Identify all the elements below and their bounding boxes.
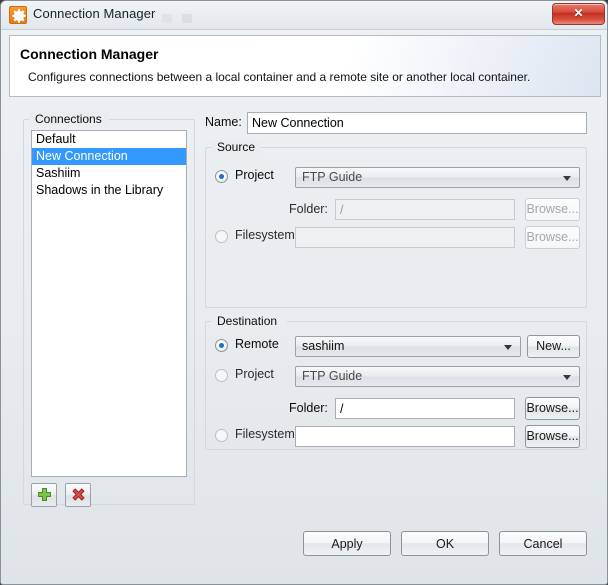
destination-folder-input[interactable] xyxy=(335,398,515,419)
chevron-down-icon xyxy=(563,176,571,181)
source-filesystem-label: Filesystem xyxy=(235,228,295,242)
list-item[interactable]: New Connection xyxy=(32,148,186,165)
destination-project-combo[interactable]: FTP Guide xyxy=(295,366,580,387)
list-item[interactable]: Sashiim xyxy=(32,165,186,182)
source-folder-input[interactable] xyxy=(335,199,515,220)
source-group-label: Source xyxy=(217,140,256,154)
source-folder-browse-button[interactable]: Browse... xyxy=(525,198,580,221)
chevron-down-icon xyxy=(504,345,512,350)
connections-list[interactable]: Default New Connection Sashiim Shadows i… xyxy=(31,130,187,477)
source-folder-label: Folder: xyxy=(289,202,328,216)
source-project-combo[interactable]: FTP Guide xyxy=(295,167,580,188)
add-icon xyxy=(38,488,51,501)
source-project-label: Project xyxy=(235,168,274,182)
source-filesystem-radio[interactable] xyxy=(215,230,228,243)
source-filesystem-input[interactable] xyxy=(295,227,515,248)
list-item[interactable]: Shadows in the Library xyxy=(32,182,186,199)
name-input[interactable] xyxy=(247,112,587,134)
close-icon[interactable] xyxy=(552,3,605,25)
page-title: Connection Manager xyxy=(20,46,159,62)
destination-remote-radio[interactable] xyxy=(215,339,228,352)
name-row: Name: xyxy=(205,112,587,134)
destination-remote-combo[interactable]: sashiim xyxy=(295,336,521,357)
destination-filesystem-label: Filesystem xyxy=(235,427,295,441)
destination-project-label: Project xyxy=(235,367,274,381)
destination-remote-label: Remote xyxy=(235,337,279,351)
title-bar: Connection Manager xyxy=(1,1,607,30)
add-connection-button[interactable] xyxy=(31,483,57,507)
page-subtitle: Configures connections between a local c… xyxy=(28,70,531,84)
titlebar-artifact xyxy=(182,14,192,23)
titlebar-artifact xyxy=(162,14,172,23)
delete-connection-button[interactable] xyxy=(65,483,91,507)
dialog-footer: Apply OK Cancel xyxy=(1,531,607,571)
destination-folder-label: Folder: xyxy=(289,401,328,415)
connection-details-pane: Name: Source Project FTP Guide Folder: B… xyxy=(205,106,587,506)
name-label: Name: xyxy=(205,115,242,129)
source-project-combo-value: FTP Guide xyxy=(302,170,363,184)
source-filesystem-browse-button[interactable]: Browse... xyxy=(525,226,580,249)
delete-icon xyxy=(72,488,85,501)
destination-filesystem-radio[interactable] xyxy=(215,429,228,442)
destination-filesystem-input[interactable] xyxy=(295,426,515,447)
chevron-down-icon xyxy=(563,375,571,380)
gear-icon xyxy=(9,6,27,24)
source-project-radio[interactable] xyxy=(215,170,228,183)
list-item[interactable]: Default xyxy=(32,131,186,148)
cancel-button[interactable]: Cancel xyxy=(499,531,587,556)
destination-filesystem-browse-button[interactable]: Browse... xyxy=(525,425,580,448)
destination-group-label: Destination xyxy=(217,314,278,328)
connections-group: Connections Default New Connection Sashi… xyxy=(23,112,195,507)
header-banner: Connection Manager Configures connection… xyxy=(9,35,601,97)
destination-group: Destination Remote sashiim New... Projec… xyxy=(205,314,587,450)
destination-project-radio[interactable] xyxy=(215,369,228,382)
connections-group-label: Connections xyxy=(35,112,102,126)
destination-project-combo-value: FTP Guide xyxy=(302,369,363,383)
destination-folder-browse-button[interactable]: Browse... xyxy=(525,397,580,420)
connection-manager-dialog: Connection Manager Connection Manager Co… xyxy=(0,0,608,585)
ok-button[interactable]: OK xyxy=(401,531,489,556)
source-group: Source Project FTP Guide Folder: Browse.… xyxy=(205,140,587,308)
window-title: Connection Manager xyxy=(33,6,156,21)
destination-remote-combo-value: sashiim xyxy=(302,339,345,353)
destination-new-button[interactable]: New... xyxy=(527,335,580,358)
dialog-body: Connections Default New Connection Sashi… xyxy=(9,98,601,518)
apply-button[interactable]: Apply xyxy=(303,531,391,556)
